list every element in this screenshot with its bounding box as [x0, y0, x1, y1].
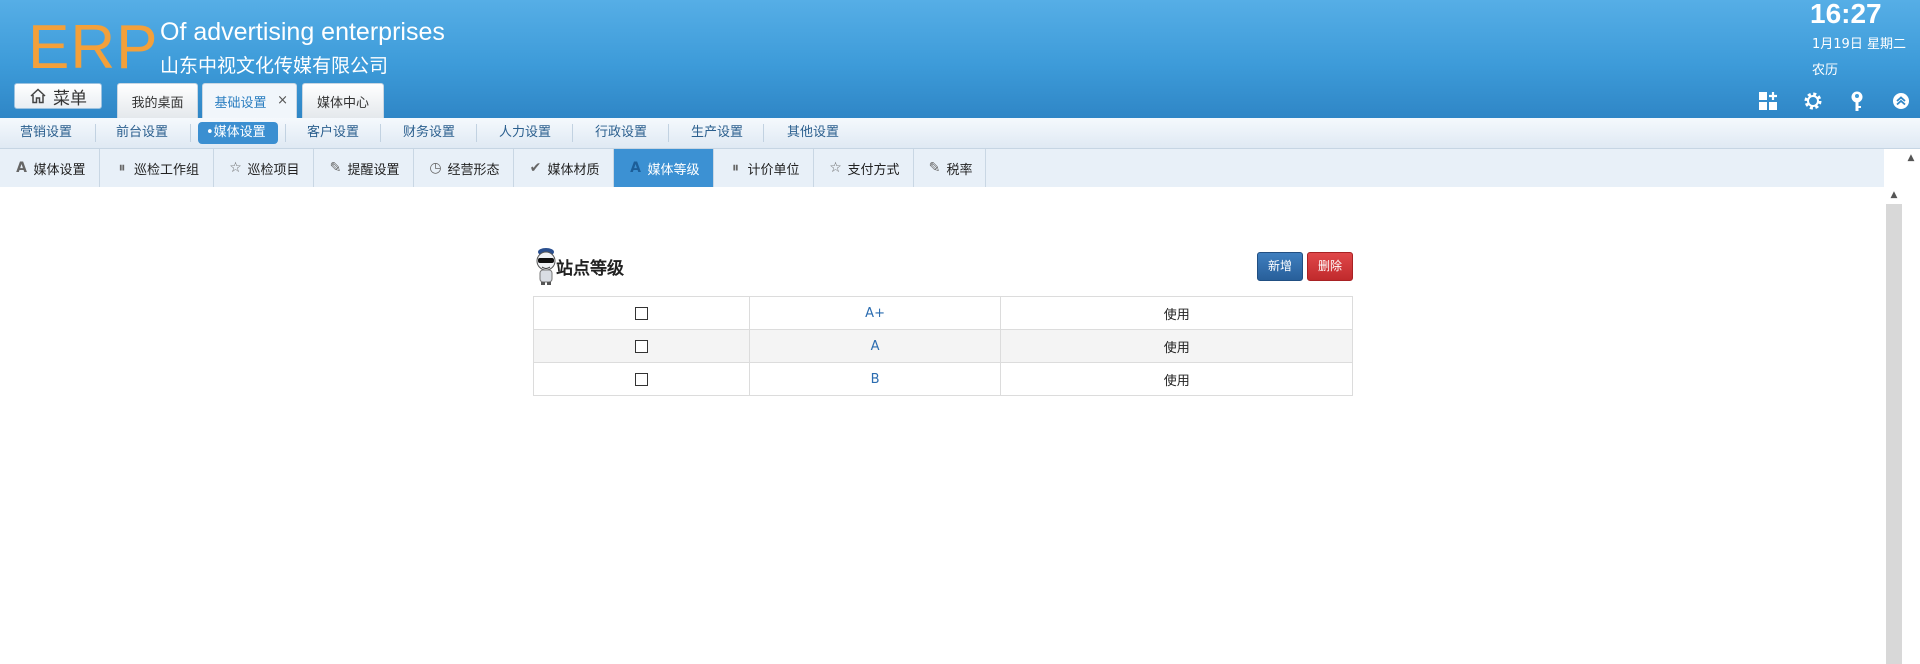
table-row: A+ 使用	[533, 296, 1353, 330]
module-finance[interactable]: 财务设置	[395, 122, 463, 144]
tab-label: 基础设置	[214, 95, 267, 111]
add-button[interactable]: 新增	[1257, 252, 1303, 281]
checkbox-cell	[533, 362, 750, 396]
panel-title: 站点等级	[556, 259, 624, 279]
module-production[interactable]: 生产设置	[683, 122, 751, 144]
subtab-label: 巡检工作组	[133, 162, 199, 178]
company-name-en: Of advertising enterprises	[160, 18, 445, 46]
pencil-icon: ✎	[928, 160, 941, 176]
apps-icon[interactable]	[1756, 89, 1780, 113]
tab-my-desktop[interactable]: 我的桌面	[117, 83, 198, 118]
pencil-icon: ✎	[329, 160, 342, 176]
subtab-label: 媒体材质	[547, 162, 600, 178]
close-icon[interactable]: ×	[277, 93, 288, 108]
tab-basic-settings[interactable]: 基础设置 ×	[202, 83, 297, 118]
module-media[interactable]: •媒体设置	[198, 122, 278, 144]
divider	[476, 124, 477, 142]
divider	[95, 124, 96, 142]
divider	[572, 124, 573, 142]
row-checkbox[interactable]	[634, 306, 648, 320]
tab-label: 我的桌面	[131, 95, 184, 111]
module-customer[interactable]: 客户设置	[299, 122, 367, 144]
subtab-media-grade[interactable]: A 媒体等级	[614, 149, 714, 187]
company-name-cn: 山东中视文化传媒有限公司	[160, 55, 389, 77]
table-row: B 使用	[533, 362, 1353, 396]
pause-circle-icon: ⏸	[731, 160, 739, 176]
grade-table: A+ 使用 A 使用 B 使用	[533, 296, 1353, 396]
subtab-label: 计价单位	[747, 162, 800, 178]
module-hr[interactable]: 人力设置	[491, 122, 559, 144]
subtab-payment-method[interactable]: ☆ 支付方式	[814, 149, 914, 187]
gear-icon[interactable]	[1801, 89, 1825, 113]
checkbox-cell	[533, 296, 750, 330]
subtab-label: 巡检项目	[247, 162, 300, 178]
subtab-reminder-settings[interactable]: ✎ 提醒设置	[314, 149, 414, 187]
star-icon: ☆	[229, 160, 242, 176]
subtab-inspection-items[interactable]: ☆ 巡检项目	[214, 149, 314, 187]
check-icon: ✔	[529, 160, 542, 176]
subtab-tax-rate[interactable]: ✎ 税率	[914, 149, 986, 187]
mascot-icon	[536, 248, 556, 285]
scrollbar-track[interactable]	[1886, 204, 1902, 664]
subtab-label: 媒体设置	[33, 162, 86, 178]
clock-icon: ◷	[429, 160, 442, 176]
font-a-icon: A	[16, 160, 27, 176]
subtab-media-settings[interactable]: A 媒体设置	[0, 149, 100, 187]
subtab-bar: A 媒体设置 ⏸ 巡检工作组 ☆ 巡检项目 ✎ 提醒设置 ◷ 经营形态 ✔ 媒体…	[0, 149, 1884, 187]
subtab-business-form[interactable]: ◷ 经营形态	[414, 149, 514, 187]
status-cell: 使用	[1000, 296, 1353, 330]
delete-button[interactable]: 删除	[1307, 252, 1353, 281]
erp-logo: ERP	[28, 13, 159, 82]
clock-time: 16:27	[1810, 0, 1882, 29]
star-icon: ☆	[829, 160, 842, 176]
lunar-calendar-text: 农历	[1812, 63, 1839, 78]
grade-link[interactable]: A+	[865, 306, 885, 321]
module-admin[interactable]: 行政设置	[587, 122, 655, 144]
collapse-up-icon[interactable]	[1889, 89, 1913, 113]
grade-cell: A	[748, 329, 1002, 363]
divider	[285, 124, 286, 142]
key-icon[interactable]	[1845, 89, 1869, 113]
app-header: ERP Of advertising enterprises 山东中视文化传媒有…	[0, 0, 1920, 118]
grade-link[interactable]: A	[871, 339, 880, 354]
status-cell: 使用	[1000, 362, 1353, 396]
subtab-media-material[interactable]: ✔ 媒体材质	[514, 149, 614, 187]
menu-button[interactable]: 菜单	[14, 83, 102, 109]
subtab-label: 经营形态	[447, 162, 500, 178]
grade-cell: A+	[748, 296, 1002, 330]
divider	[763, 124, 764, 142]
grade-cell: B	[748, 362, 1002, 396]
divider	[668, 124, 669, 142]
tab-label: 媒体中心	[316, 95, 369, 111]
divider	[190, 124, 191, 142]
module-other[interactable]: 其他设置	[779, 122, 847, 144]
subtab-pricing-unit[interactable]: ⏸ 计价单位	[714, 149, 814, 187]
font-a-icon: A	[630, 160, 641, 176]
status-cell: 使用	[1000, 329, 1353, 363]
subtab-label: 税率	[946, 162, 973, 178]
tab-media-center[interactable]: 媒体中心	[302, 83, 384, 118]
menu-label: 菜单	[53, 88, 87, 109]
subtab-label: 支付方式	[847, 162, 900, 178]
subtab-label: 媒体等级	[647, 162, 700, 178]
module-front-desk[interactable]: 前台设置	[108, 122, 176, 144]
subtab-label: 提醒设置	[347, 162, 400, 178]
date-text: 1月19日 星期二	[1812, 37, 1906, 52]
table-row: A 使用	[533, 329, 1353, 363]
outer-scroll-up-arrow[interactable]: ▲	[1903, 151, 1919, 165]
divider	[380, 124, 381, 142]
module-marketing[interactable]: 营销设置	[12, 122, 80, 144]
scroll-up-arrow[interactable]: ▲	[1886, 188, 1902, 202]
module-nav: 营销设置 前台设置 •媒体设置 客户设置 财务设置 人力设置 行政设置 生产设置…	[0, 118, 1920, 149]
grade-link[interactable]: B	[871, 372, 880, 387]
pause-circle-icon: ⏸	[118, 160, 126, 176]
subtab-inspection-group[interactable]: ⏸ 巡检工作组	[100, 149, 214, 187]
row-checkbox[interactable]	[634, 372, 648, 386]
row-checkbox[interactable]	[634, 339, 648, 353]
checkbox-cell	[533, 329, 750, 363]
home-icon	[30, 88, 46, 104]
